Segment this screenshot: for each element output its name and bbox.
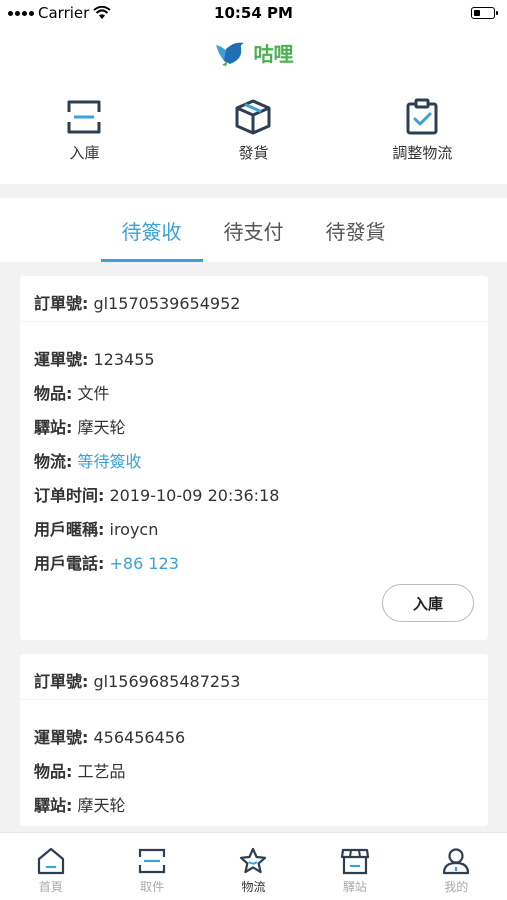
quick-actions: 入庫 發貨 調整物流 — [0, 98, 507, 163]
station-row: 驛站: 摩天轮 — [34, 792, 488, 826]
order-time-row: 订单时间: 2019-10-09 20:36:18 — [34, 482, 488, 516]
tabbar-item-home[interactable]: 首頁 — [0, 833, 101, 900]
stock-in-button[interactable]: 入庫 — [382, 584, 474, 622]
order-details: 運單號: 123455 物品: 文件 驛站: 摩天轮 物流: 等待簽收 订单时间… — [20, 322, 488, 584]
logistics-status-link[interactable]: 等待簽收 — [78, 452, 142, 471]
clipboard-check-icon — [406, 98, 438, 135]
tabbar-item-logistics[interactable]: 物流 — [203, 833, 304, 900]
quick-action-ship[interactable]: 發貨 — [169, 98, 338, 163]
quick-action-label: 發貨 — [238, 144, 269, 162]
scan-frame-icon — [138, 848, 166, 874]
tabbar-item-mine[interactable]: 我的 — [406, 833, 507, 900]
phone-row: 用戶電話: +86 123 — [34, 550, 488, 584]
order-card[interactable]: 訂單號: gl1569685487253 運單號: 456456456 物品: … — [20, 654, 488, 826]
nickname-row: 用戶暱稱: iroycn — [34, 516, 488, 550]
clock: 10:54 PM — [214, 4, 293, 22]
field-label: 驛站: — [34, 796, 73, 815]
brand: 咕哩 — [0, 38, 507, 67]
battery-icon — [471, 7, 498, 19]
waybill-number: 123455 — [93, 350, 155, 369]
station-row: 驛站: 摩天轮 — [34, 414, 488, 448]
bird-logo-icon — [215, 42, 244, 66]
tabbar-item-station[interactable]: 驛站 — [304, 833, 405, 900]
waybill-number: 456456456 — [93, 728, 186, 747]
order-details: 運單號: 456456456 物品: 工艺品 驛站: 摩天轮 — [20, 700, 488, 826]
tabbar-label: 首頁 — [38, 880, 63, 894]
order-card[interactable]: 訂單號: gl1570539654952 運單號: 123455 物品: 文件 … — [20, 276, 488, 640]
scan-frame-icon — [67, 100, 101, 134]
field-label: 訂單號: — [34, 672, 89, 691]
item-value: 文件 — [77, 384, 110, 403]
field-label: 物品: — [34, 762, 73, 781]
quick-action-adjust-logistics[interactable]: 調整物流 — [338, 98, 507, 163]
user-nickname: iroycn — [109, 520, 159, 539]
tabbar-item-pickup[interactable]: 取件 — [101, 833, 202, 900]
logistics-row: 物流: 等待簽收 — [34, 448, 488, 482]
item-row: 物品: 工艺品 — [34, 758, 488, 792]
field-label: 物品: — [34, 384, 73, 403]
order-status-tabs: 待簽收 待支付 待發貨 — [0, 198, 507, 262]
bottom-tab-bar: 首頁 取件 物流 驛站 我的 — [0, 832, 507, 900]
tab-pending-payment[interactable]: 待支付 — [203, 198, 305, 262]
user-icon — [443, 848, 470, 875]
field-label: 訂單號: — [34, 294, 89, 313]
tab-pending-receipt[interactable]: 待簽收 — [100, 198, 203, 262]
field-label: 用戶電話: — [34, 554, 105, 573]
order-number: gl1569685487253 — [93, 672, 241, 691]
waybill-row: 運單號: 456456456 — [34, 724, 488, 758]
field-label: 驛站: — [34, 418, 73, 437]
quick-action-label: 入庫 — [69, 144, 100, 162]
tabbar-label: 取件 — [140, 880, 165, 894]
order-number-row: 訂單號: gl1569685487253 — [20, 654, 488, 700]
quick-action-label: 調整物流 — [392, 144, 453, 162]
order-number: gl1570539654952 — [93, 294, 241, 313]
field-label: 用戶暱稱: — [34, 520, 105, 539]
field-label: 運單號: — [34, 350, 89, 369]
star-icon — [240, 847, 267, 874]
user-phone-link[interactable]: +86 123 — [110, 554, 179, 573]
field-label: 運單號: — [34, 728, 89, 747]
item-row: 物品: 文件 — [34, 380, 488, 414]
tabbar-label: 物流 — [241, 880, 266, 894]
home-icon — [37, 847, 64, 875]
field-label: 订单时间: — [34, 486, 105, 505]
package-box-icon — [235, 99, 271, 135]
order-actions: 入庫 — [20, 584, 488, 640]
item-value: 工艺品 — [77, 762, 126, 781]
tabbar-label: 驛站 — [342, 880, 367, 894]
quick-action-stock-in[interactable]: 入庫 — [0, 98, 169, 163]
order-number-row: 訂單號: gl1570539654952 — [20, 276, 488, 322]
order-time: 2019-10-09 20:36:18 — [109, 486, 280, 505]
status-bar: Carrier 10:54 PM — [0, 0, 507, 26]
waybill-row: 運單號: 123455 — [34, 346, 488, 380]
field-label: 物流: — [34, 452, 73, 471]
tabbar-label: 我的 — [444, 880, 469, 894]
station-value: 摩天轮 — [77, 418, 126, 437]
order-list: 訂單號: gl1570539654952 運單號: 123455 物品: 文件 … — [20, 276, 488, 840]
tab-pending-shipment[interactable]: 待發貨 — [305, 198, 407, 262]
store-icon — [340, 848, 369, 875]
brand-name: 咕哩 — [253, 42, 294, 66]
header: 咕哩 入庫 發貨 調整物流 — [0, 26, 507, 184]
station-value: 摩天轮 — [77, 796, 126, 815]
